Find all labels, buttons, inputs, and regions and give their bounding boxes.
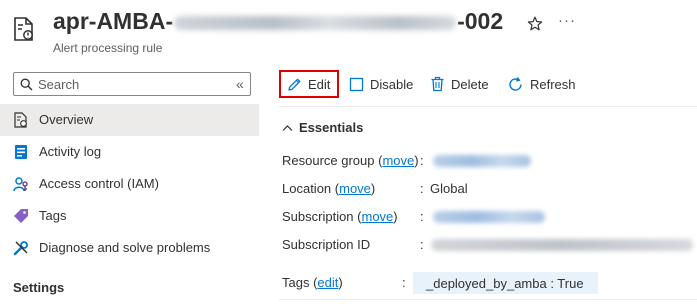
page-subtitle: Alert processing rule (53, 41, 163, 55)
location-move-link[interactable]: move (339, 181, 371, 196)
pencil-icon (288, 78, 301, 91)
star-icon[interactable] (527, 16, 543, 32)
subscription-id-row: Subscription ID (282, 237, 370, 252)
wrench-icon (13, 241, 28, 256)
resource-group-value-redacted[interactable] (433, 155, 531, 167)
subscription-id-colon: : (420, 237, 424, 252)
toolbar-divider (279, 106, 697, 107)
nav-item-label: Tags (39, 208, 67, 223)
resource-group-colon: : (420, 153, 424, 168)
nav-item-activity-log[interactable]: Activity log (0, 136, 259, 168)
nav-item-label: Overview (39, 112, 94, 127)
resource-group-label: Resource group (282, 153, 375, 168)
trash-icon (431, 76, 444, 92)
alert-processing-rule-icon (14, 17, 33, 41)
overview-icon (14, 112, 27, 128)
location-colon: : (420, 181, 424, 196)
subscription-label: Subscription (282, 209, 354, 224)
subscription-id-value-redacted (431, 239, 693, 251)
tags-label: Tags (282, 275, 310, 290)
refresh-icon (509, 76, 522, 91)
checkbox-icon (349, 77, 364, 91)
refresh-button[interactable]: Refresh (507, 70, 576, 98)
subscription-row: Subscription (move) (282, 209, 398, 224)
location-value: Global (430, 181, 468, 196)
collapse-nav-icon[interactable]: « (236, 76, 244, 92)
resource-group-row: Resource group (move) (282, 153, 419, 168)
subscription-id-label: Subscription ID (282, 237, 371, 252)
subscription-value-redacted[interactable] (433, 211, 545, 223)
search-input[interactable] (38, 75, 238, 93)
delete-button[interactable]: Delete (430, 70, 489, 98)
redacted-title-segment (174, 15, 457, 30)
disable-button[interactable]: Disable (349, 70, 413, 98)
page-title: apr-AMBA- -002 (53, 8, 503, 35)
nav-item-label: Access control (IAM) (39, 176, 159, 191)
nav-item-overview[interactable]: Overview (0, 104, 259, 136)
edit-label: Edit (308, 76, 331, 92)
tags-edit-link[interactable]: edit (317, 275, 338, 290)
subscription-colon: : (420, 209, 424, 224)
essentials-heading: Essentials (299, 120, 364, 135)
page-header: apr-AMBA- -002 Alert processing rule ··· (0, 0, 697, 62)
tags-colon: : (402, 275, 406, 290)
tag-icon (14, 209, 28, 223)
location-label: Location (282, 181, 332, 196)
refresh-label: Refresh (530, 76, 576, 92)
activity-log-icon (15, 145, 27, 159)
tags-row: Tags (edit) (282, 275, 343, 290)
essentials-bottom-divider (279, 299, 697, 300)
nav-item-tags[interactable]: Tags (0, 200, 259, 232)
search-box[interactable] (13, 72, 251, 96)
location-row: Location (move) (282, 181, 376, 196)
disable-label: Disable (370, 76, 414, 92)
chevron-up-icon (282, 124, 293, 131)
subscription-move-link[interactable]: move (362, 209, 394, 224)
resource-group-move-link[interactable]: move (382, 153, 414, 168)
iam-icon (13, 177, 28, 192)
essentials-toggle[interactable]: Essentials (282, 120, 363, 135)
nav-section-settings: Settings (13, 280, 65, 295)
nav-item-label: Diagnose and solve problems (39, 240, 211, 255)
nav-item-label: Activity log (39, 144, 102, 159)
title-suffix: -002 (457, 8, 504, 34)
nav-item-iam[interactable]: Access control (IAM) (0, 168, 259, 200)
search-icon (20, 78, 33, 91)
tag-chip: _deployed_by_amba : True (413, 272, 598, 294)
more-icon[interactable]: ··· (558, 12, 576, 29)
nav-item-diagnose[interactable]: Diagnose and solve problems (0, 232, 259, 264)
title-prefix: apr-AMBA- (53, 8, 174, 34)
delete-label: Delete (451, 76, 489, 92)
edit-button[interactable]: Edit (279, 70, 339, 98)
